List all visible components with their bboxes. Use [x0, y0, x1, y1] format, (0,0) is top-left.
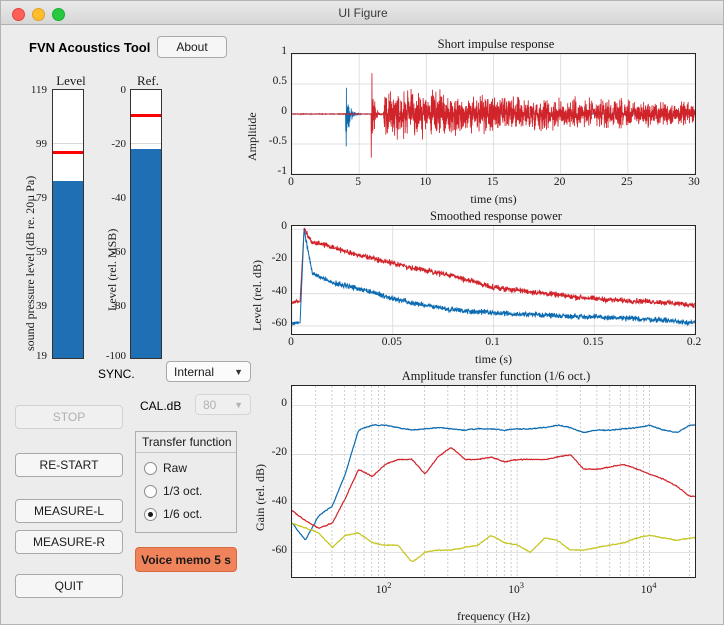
ref-tick-label-1: -20	[111, 138, 126, 150]
axis-tick-label: -20	[271, 252, 287, 265]
measure-r-button[interactable]: MEASURE-R	[15, 530, 123, 554]
axis-tick-label: 0	[281, 220, 287, 233]
axis-tick-label: -0.5	[268, 135, 287, 147]
radio-sixth-octave[interactable]: 1/6 oct.	[144, 505, 202, 523]
radio-label-raw: Raw	[163, 461, 188, 475]
axis-tick-label: 0	[288, 336, 294, 348]
transfer-function-plot[interactable]	[291, 385, 696, 578]
axis-tick-label: 104	[640, 580, 657, 596]
axis-tick-label: -20	[271, 445, 287, 458]
ref-meter-marker	[131, 113, 161, 117]
level-tick-label-3: 59	[36, 246, 47, 258]
axis-tick-label: 0.2	[686, 336, 702, 348]
sync-dropdown-value: Internal	[174, 364, 215, 379]
level-meter-fill	[53, 181, 83, 358]
ref-tick-label-0: 0	[120, 84, 127, 96]
radio-indicator-sixth-octave	[144, 507, 157, 521]
ref-meter-fill	[131, 148, 161, 358]
axis-tick-label: 1	[281, 45, 287, 57]
axis-tick-label: 5	[355, 176, 362, 188]
chevron-down-icon: ▼	[234, 399, 243, 410]
cal-db-dropdown[interactable]: 80 ▼	[195, 394, 251, 415]
level-tick-label-2: 79	[36, 192, 47, 204]
axis-tick-label: 0.05	[381, 336, 402, 348]
measure-l-button[interactable]: MEASURE-L	[15, 499, 123, 523]
ref-tick-label-4: -80	[111, 300, 126, 312]
transfer-function-title: Transfer function	[136, 432, 236, 453]
axis-tick-label: 0	[288, 176, 294, 188]
level-tick-label-0: 119	[30, 84, 47, 96]
title-bar: UI Figure	[1, 1, 723, 25]
ref-tick-label-2: -40	[111, 192, 126, 204]
axis-tick-label: -60	[271, 543, 287, 556]
about-button[interactable]: About	[157, 36, 227, 58]
impulse-response-xlabel: time (ms)	[470, 192, 517, 206]
sync-dropdown[interactable]: Internal ▼	[166, 361, 251, 382]
level-meter	[52, 89, 84, 359]
radio-indicator-third-octave	[144, 484, 157, 498]
voice-memo-button[interactable]: Voice memo 5 s	[135, 547, 237, 572]
smoothed-power-plot[interactable]	[291, 225, 696, 335]
radio-indicator-raw	[144, 461, 157, 475]
cal-db-value: 80	[203, 397, 217, 412]
axis-tick-label: 30	[688, 176, 700, 188]
axis-tick-label: 20	[553, 176, 566, 188]
axis-tick-label: 0	[281, 396, 287, 409]
transfer-function-plot-title: Amplitude transfer function (1/6 oct.)	[401, 369, 591, 383]
transfer-function-panel: Transfer function Raw 1/3 oct. 1/6 oct.	[135, 431, 237, 533]
chevron-down-icon: ▼	[234, 366, 243, 377]
axis-tick-label: 25	[621, 176, 633, 188]
level-tick-label-1: 99	[36, 138, 47, 150]
ref-tick-label-5: -100	[105, 350, 126, 362]
transfer-function-xlabel: frequency (Hz)	[457, 609, 530, 623]
axis-tick-label: 0	[281, 105, 287, 117]
stop-button[interactable]: STOP	[15, 405, 123, 429]
axis-tick-label: -40	[271, 284, 287, 297]
level-tick-label-4: 39	[36, 300, 47, 312]
axis-tick-label: 0.15	[583, 336, 604, 348]
impulse-response-title: Short impulse response	[437, 37, 555, 51]
axis-tick-label: 103	[508, 580, 524, 596]
ref-meter-axis-label: Level (rel. MSB)	[105, 228, 119, 311]
radio-raw[interactable]: Raw	[144, 459, 187, 477]
quit-button[interactable]: QUIT	[15, 574, 123, 598]
axis-tick-label: -1	[277, 165, 287, 177]
ref-tick-label-3: -60	[111, 246, 126, 258]
impulse-response-plot[interactable]	[291, 53, 696, 175]
axis-tick-label: -60	[271, 316, 287, 329]
level-tick-label-5: 19	[36, 350, 47, 362]
radio-third-octave[interactable]: 1/3 oct.	[144, 482, 202, 500]
axis-tick-label: 10	[419, 176, 432, 188]
cal-db-label: CAL.dB	[140, 399, 182, 413]
ref-meter	[130, 89, 162, 359]
radio-label-sixth-octave: 1/6 oct.	[163, 507, 203, 521]
axis-tick-label: 0.1	[485, 336, 500, 348]
smoothed-power-xlabel: time (s)	[475, 352, 512, 366]
radio-label-third-octave: 1/3 oct.	[163, 484, 203, 498]
ui-figure-window: UI Figure FVN Acoustics Tool About Level…	[0, 0, 724, 625]
axis-tick-label: 15	[486, 176, 499, 188]
sync-label: SYNC.	[98, 367, 135, 381]
axis-tick-label: -40	[271, 494, 287, 507]
level-meter-marker	[53, 151, 83, 155]
smoothed-power-title: Smoothed response power	[430, 209, 562, 223]
restart-button[interactable]: RE-START	[15, 453, 123, 477]
window-title: UI Figure	[338, 6, 388, 20]
app-title: FVN Acoustics Tool	[29, 40, 151, 55]
axis-tick-label: 0.5	[272, 75, 287, 87]
axis-tick-label: 102	[375, 580, 392, 596]
